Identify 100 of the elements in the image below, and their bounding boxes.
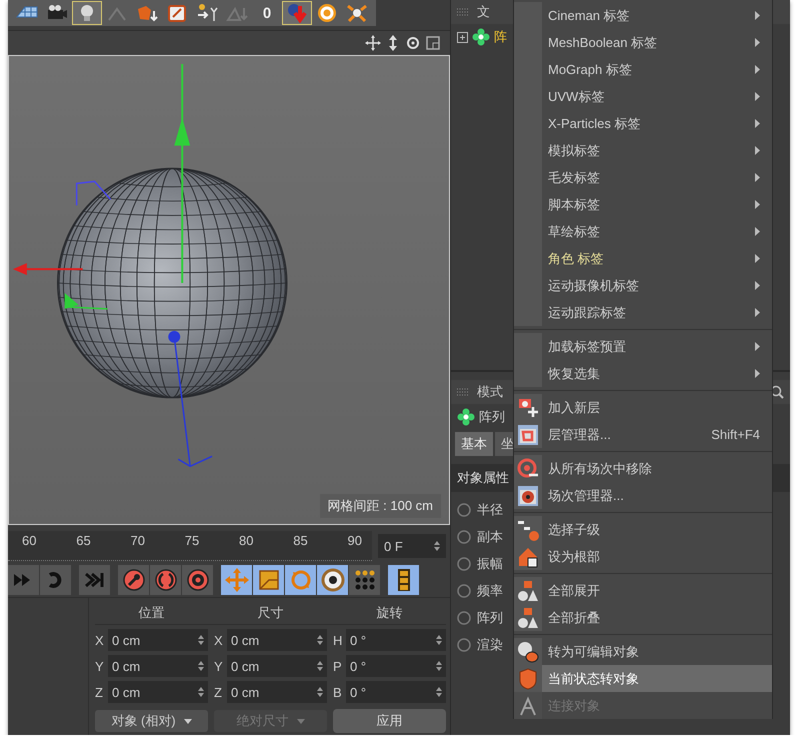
coordinate-field[interactable]: 0 cm [108,629,208,651]
axis-label: Y [214,658,224,674]
timeline-ruler[interactable]: 60 65 70 75 80 85 90 [8,531,372,561]
object-name: 阵列 [479,408,505,426]
menu-item[interactable]: 设为根部 [514,543,772,570]
spinner-icon [198,635,204,645]
scale-icon [256,568,280,592]
coordinate-field[interactable]: 0 ° [346,655,446,677]
field-label: 频率 [477,582,503,600]
menu-item[interactable]: 角色 标签 [514,245,772,272]
menu-item[interactable]: 全部折叠 [514,604,772,631]
toolbar-button[interactable]: 0 [252,1,282,25]
menu-item[interactable]: 草绘标签 [514,218,772,245]
tick-label: 60 [22,532,36,550]
radio-icon [457,502,471,516]
tab[interactable]: 基本 [455,432,493,456]
menu-item-label: UVW标签 [548,88,606,106]
apply-button[interactable]: 应用 [333,709,446,733]
maximize-icon [425,35,441,51]
spinner-icon [436,687,442,697]
menu-item[interactable]: X-Particles 标签 [514,110,772,137]
axis-label: X [214,632,224,648]
menu-item-label: 加入新层 [548,398,601,416]
menu-item-label: 角色 标签 [548,250,605,268]
coordinate-field[interactable]: 0 cm [227,655,327,677]
spinner-icon [198,661,204,671]
menu-item-label: 运动跟踪标签 [548,304,627,322]
menu-item[interactable]: Cineman 标签 [514,2,772,29]
playback-button[interactable] [388,565,419,595]
key-icon [122,568,146,592]
submenu-arrow-icon [755,92,760,101]
menu-item[interactable]: 运动跟踪标签 [514,299,772,326]
menu-item-label: 毛发标签 [548,168,601,186]
tick-label: 80 [239,532,254,550]
menu-item[interactable]: 运动摄像机标签 [514,272,772,299]
object-name[interactable]: 阵 [494,28,507,46]
menu-item-label: MoGraph 标签 [548,60,633,78]
sphere-cylinder-icon [517,640,539,662]
coordinate-field[interactable]: 0 cm [108,681,208,703]
coordinate-field[interactable]: 0 cm [108,655,208,677]
menu-item-label: 全部展开 [548,582,601,600]
viewport-nav-button[interactable] [364,34,382,52]
submenu-arrow-icon [755,119,760,128]
field-label: 渲染 [477,636,503,654]
coordinate-field[interactable]: 0 ° [346,629,446,651]
grid-spacing-label: 网格间距 : 100 cm [320,494,441,518]
column-header: 位置 [138,604,166,622]
coordinate-field[interactable]: 0 cm [227,629,327,651]
take-window-icon [517,484,539,506]
viewport-nav-button[interactable] [404,34,422,52]
target-minus-icon [517,458,539,480]
menu-item-label: 草绘标签 [548,222,601,240]
menu-item[interactable]: 加入新层 [514,394,772,421]
menu-item[interactable]: 模式 [477,383,503,401]
menu-item[interactable]: UVW标签 [514,83,772,110]
axis-label: Z [214,684,223,700]
menu-item[interactable]: 转为可编辑对象 [514,638,772,665]
grip-icon [457,7,469,17]
frame-field[interactable]: 0 F [378,534,446,558]
menu-item[interactable]: 毛发标签 [514,164,772,191]
radio-icon [457,556,471,570]
playback-button[interactable] [317,565,348,595]
menu-item[interactable]: 脚本标签 [514,191,772,218]
menu-item[interactable]: 恢复选集 [514,360,772,387]
caret-icon [296,718,304,724]
menu-item[interactable]: 选择子级 [514,516,772,543]
submenu-arrow-icon [755,65,760,74]
menu-item-label: 运动摄像机标签 [548,276,640,294]
axis-label: H [333,632,343,648]
menu-item-label: MeshBoolean 标签 [548,34,658,52]
shortcut-label: Shift+F4 [711,427,760,442]
burst-icon [345,3,369,23]
playback-button[interactable] [349,565,380,595]
menu-item[interactable]: 文 [477,3,490,21]
coordinate-field[interactable]: 0 ° [346,681,446,703]
layer-add-icon [517,396,539,418]
field-label: 副本 [477,528,503,546]
spinner-icon [317,687,323,697]
menu-item[interactable]: 当前状态转对象 [514,665,772,692]
layer-window-icon [517,424,539,446]
spinner-icon [436,635,442,645]
menu-item[interactable]: 加载标签预置 [514,333,772,360]
coordinate-field[interactable]: 0 cm [227,681,327,703]
menu-item-label: 选择子级 [548,520,601,538]
menu-item[interactable]: MoGraph 标签 [514,56,772,83]
menu-item[interactable]: MeshBoolean 标签 [514,29,772,56]
menu-item[interactable]: 模拟标签 [514,137,772,164]
menu-item-label: 全部折叠 [548,608,601,626]
menu-item-label: 加载标签预置 [548,338,627,356]
menu-item-label: 转为可编辑对象 [548,642,640,660]
menu-item-label: 当前状态转对象 [548,670,640,688]
field-label: 阵列 [477,608,503,626]
submenu-arrow-icon [755,281,760,290]
move-icon [365,35,381,51]
menu-item[interactable]: 全部展开 [514,577,772,604]
submenu-arrow-icon [755,369,760,378]
axis-handle-arrow [64,292,108,310]
mode-dropdown[interactable]: 对象 (相对) [95,710,208,732]
viewport-nav-button[interactable] [424,34,442,52]
spinner-icon [198,687,204,697]
